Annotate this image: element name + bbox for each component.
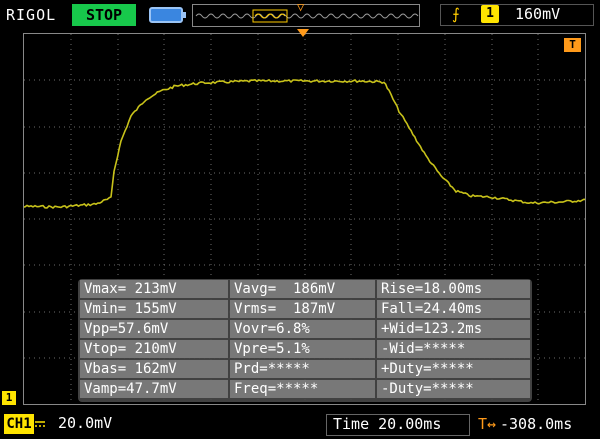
trigger-source-badge: 1 (481, 5, 499, 23)
meas-pos-width: +Wid=123.2ms (377, 320, 530, 338)
meas-vmax: Vmax= 213mV (80, 280, 228, 298)
meas-prd: Prd=***** (230, 360, 375, 378)
measurement-panel: Vmax= 213mV Vmin= 155mV Vpp=57.6mV Vtop=… (78, 279, 532, 402)
meas-freq: Freq=***** (230, 380, 375, 398)
meas-vovr: Vovr=6.8% (230, 320, 375, 338)
trigger-position-top-marker-icon: ▽ (297, 0, 305, 14)
meas-neg-duty: -Duty=***** (377, 380, 530, 398)
meas-pos-duty: +Duty=***** (377, 360, 530, 378)
meas-vbas: Vbas= 162mV (80, 360, 228, 378)
memory-depth-bar (192, 4, 420, 27)
meas-vavg: Vavg= 186mV (230, 280, 375, 298)
dc-coupling-icon (35, 421, 45, 427)
trigger-level-marker[interactable]: T (564, 38, 581, 52)
meas-vpp: Vpp=57.6mV (80, 320, 228, 338)
memory-waveform-preview-icon (195, 9, 419, 23)
battery-icon (149, 7, 186, 23)
meas-fall: Fall=24.40ms (377, 300, 530, 318)
run-stop-status[interactable]: STOP (72, 4, 136, 26)
rising-edge-icon: ⨍ (452, 5, 460, 23)
trigger-level-readout: 160mV (515, 5, 561, 23)
meas-vamp: Vamp=47.7mV (80, 380, 228, 398)
brand-logo: RIGOL (6, 6, 57, 24)
meas-neg-width: -Wid=***** (377, 340, 530, 358)
trigger-offset-icon: T↔ (478, 415, 497, 433)
meas-vrms: Vrms= 187mV (230, 300, 375, 318)
meas-vtop: Vtop= 210mV (80, 340, 228, 358)
meas-vpre: Vpre=5.1% (230, 340, 375, 358)
timebase-readout: Time 20.00ms (333, 415, 442, 433)
trigger-time-marker-icon (297, 29, 309, 37)
meas-vmin: Vmin= 155mV (80, 300, 228, 318)
meas-rise: Rise=18.00ms (377, 280, 530, 298)
channel1-scale: 20.0mV (58, 414, 113, 432)
channel1-offset-marker[interactable]: 1 (2, 391, 16, 405)
trigger-offset-readout: -308.0ms (500, 415, 573, 433)
channel1-button[interactable]: CH1 (4, 414, 34, 434)
